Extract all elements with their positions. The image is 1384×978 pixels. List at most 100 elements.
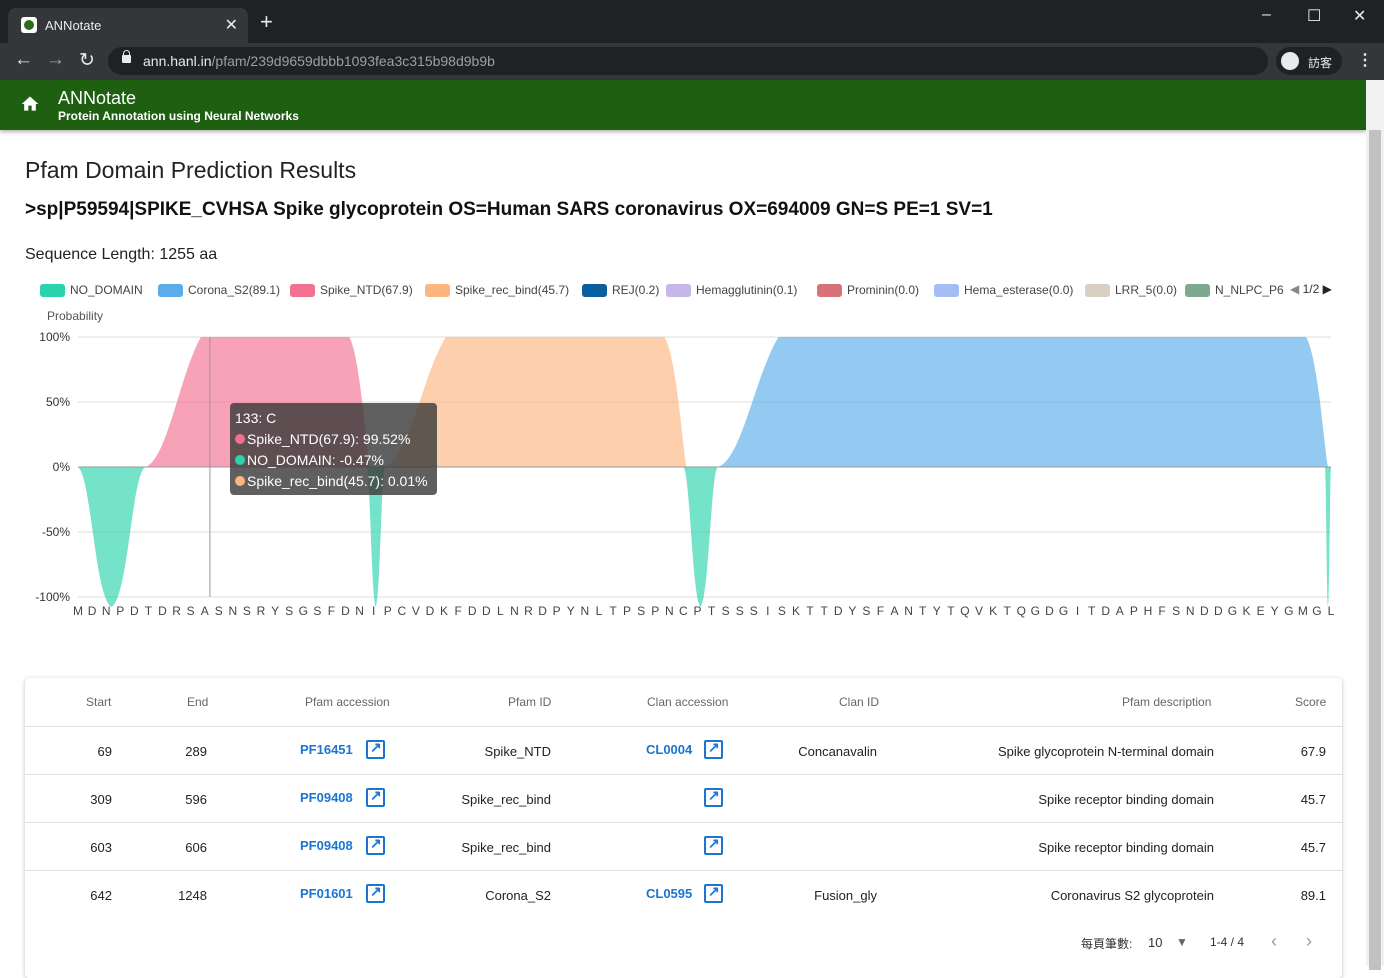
legend-label: Hema_esterase(0.0) <box>964 283 1074 297</box>
x-tick-label: P <box>1130 604 1138 618</box>
x-tick-label: Y <box>1271 604 1279 618</box>
y-tick-label: -50% <box>42 525 70 539</box>
x-tick-label: R <box>257 604 266 618</box>
cell-end: 1248 <box>178 888 207 903</box>
header-end[interactable]: End <box>187 695 208 709</box>
page-scrollbar[interactable] <box>1366 80 1384 970</box>
x-tick-label: E <box>1257 604 1265 618</box>
legend-label: LRR_5(0.0) <box>1115 283 1178 297</box>
external-link-icon[interactable] <box>704 835 723 855</box>
x-tick-label: N <box>904 604 913 618</box>
cell-start: 642 <box>90 888 112 903</box>
external-link-icon[interactable] <box>366 787 385 807</box>
sequence-length: Sequence Length: 1255 aa <box>25 246 218 263</box>
x-tick-label: S <box>750 604 758 618</box>
header-score[interactable]: Score <box>1295 695 1326 709</box>
forward-icon[interactable]: → <box>46 49 65 71</box>
legend-swatch <box>666 284 691 297</box>
results-table: Start End Pfam accession Pfam ID Clan ac… <box>25 678 1342 978</box>
external-link-icon[interactable] <box>704 787 723 807</box>
minimize-icon[interactable]: – <box>1262 6 1271 24</box>
x-tick-label: I <box>372 604 375 618</box>
back-icon[interactable]: ← <box>14 49 33 71</box>
browser-tabbar: ANNotate ✕ + – ☐ ✕ <box>0 0 1384 43</box>
external-link-icon[interactable] <box>704 739 723 759</box>
cell-pfam-accession[interactable]: PF16451 <box>300 742 353 757</box>
x-tick-label: T <box>1004 604 1012 618</box>
legend-pager[interactable]: ◀ 1/2 ▶ <box>1290 282 1332 296</box>
dropdown-icon[interactable]: ▼ <box>1176 935 1188 949</box>
legend-label: Corona_S2(89.1) <box>188 283 281 297</box>
legend-label: Spike_rec_bind(45.7) <box>455 283 570 297</box>
x-tick-label: N <box>665 604 674 618</box>
x-tick-label: Y <box>271 604 279 618</box>
home-icon[interactable] <box>20 94 40 114</box>
x-tick-label: K <box>1243 604 1251 618</box>
table-row: 642 1248 PF01601 Corona_S2 CL0595 Fusion_gly C… <box>25 870 1342 918</box>
x-tick-label: D <box>426 604 435 618</box>
x-tick-label: D <box>130 604 139 618</box>
browser-tab[interactable]: ANNotate ✕ <box>8 8 248 43</box>
prev-page-icon[interactable]: ‹ <box>1271 931 1277 952</box>
close-window-icon[interactable]: ✕ <box>1353 6 1366 26</box>
x-tick-label: N <box>510 604 519 618</box>
header-pfam-id[interactable]: Pfam ID <box>508 695 551 709</box>
legend-swatch <box>934 284 959 297</box>
x-tick-label: P <box>384 604 392 618</box>
x-tick-label: N <box>229 604 238 618</box>
probability-chart[interactable]: Probability100%50%0%-50%-100%M D N P D T D R S A S… <box>0 300 1366 630</box>
cell-score: 67.9 <box>1300 744 1326 759</box>
x-tick-label: S <box>187 604 195 618</box>
tooltip-line: NO_DOMAIN: -0.47% <box>235 451 432 472</box>
plus-icon[interactable]: + <box>260 11 273 33</box>
chart-tooltip: 133: C Spike_NTD(67.9): 99.52% NO_DOMAIN… <box>230 403 437 495</box>
x-tick-label: T <box>806 604 814 618</box>
legend-swatch <box>40 284 65 297</box>
lock-icon <box>122 50 131 63</box>
cell-start: 69 <box>97 744 112 759</box>
area-mark <box>1325 467 1331 607</box>
external-link-icon[interactable] <box>366 835 385 855</box>
rows-per-page-select[interactable]: 10 <box>1148 935 1162 950</box>
x-tick-label: D <box>158 604 167 618</box>
x-tick-label: S <box>722 604 730 618</box>
x-tick-label: P <box>651 604 659 618</box>
y-tick-label: 50% <box>46 395 70 409</box>
legend-prev-icon[interactable]: ◀ <box>1290 282 1299 296</box>
header-clan-accession[interactable]: Clan accession <box>647 695 728 709</box>
header-pfam-accession[interactable]: Pfam accession <box>305 695 390 709</box>
profile-button[interactable]: 訪客 <box>1276 47 1342 75</box>
external-link-icon[interactable] <box>704 883 723 903</box>
external-link-icon[interactable] <box>366 739 385 759</box>
cell-clan-accession[interactable]: CL0595 <box>646 886 692 901</box>
favicon-icon <box>21 17 37 33</box>
maximize-icon[interactable]: ☐ <box>1307 6 1321 26</box>
legend-next-icon[interactable]: ▶ <box>1323 282 1332 296</box>
x-tick-label: C <box>397 604 406 618</box>
sequence-header: >sp|P59594|SPIKE_CVHSA Spike glycoprotei… <box>25 199 993 220</box>
cell-end: 596 <box>185 792 207 807</box>
menu-icon[interactable]: ⋮ <box>1357 50 1373 70</box>
legend-swatch <box>1085 284 1110 297</box>
reload-icon[interactable]: ↻ <box>79 49 95 72</box>
next-page-icon[interactable]: › <box>1306 931 1312 952</box>
scrollbar-thumb[interactable] <box>1369 130 1381 970</box>
cell-pfam-id: Corona_S2 <box>485 888 551 903</box>
external-link-icon[interactable] <box>366 883 385 903</box>
profile-name: 訪客 <box>1308 56 1333 70</box>
x-tick-label: D <box>834 604 843 618</box>
cell-pfam-accession[interactable]: PF01601 <box>300 886 353 901</box>
app-header: ANNotate Protein Annotation using Neural… <box>0 80 1366 130</box>
header-start[interactable]: Start <box>86 695 111 709</box>
cell-pfam-accession[interactable]: PF09408 <box>300 838 353 853</box>
address-bar[interactable]: ann.hanl.in/pfam/239d9659dbbb1093fea3c31… <box>108 47 1268 75</box>
legend-label: N_NLPC_P6 <box>1215 283 1284 297</box>
cell-pfam-accession[interactable]: PF09408 <box>300 790 353 805</box>
close-icon[interactable]: ✕ <box>225 15 238 35</box>
legend-swatch <box>158 284 183 297</box>
x-tick-label: T <box>919 604 927 618</box>
header-pfam-description[interactable]: Pfam description <box>1122 695 1211 709</box>
header-clan-id[interactable]: Clan ID <box>839 695 879 709</box>
cell-clan-accession[interactable]: CL0004 <box>646 742 692 757</box>
url-text: ann.hanl.in/pfam/239d9659dbbb1093fea3c31… <box>143 53 495 69</box>
